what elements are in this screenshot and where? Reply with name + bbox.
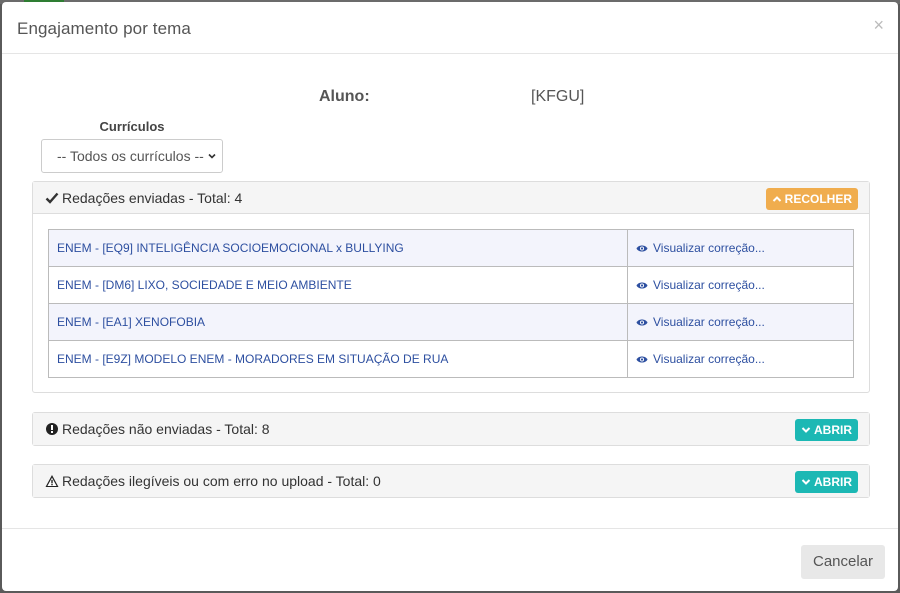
chevron-down-icon [801, 427, 811, 433]
panel-not-sent-title-wrap: Redações não enviadas - Total: 8 [45, 421, 270, 437]
curriculum-select[interactable]: -- Todos os currículos -- [41, 139, 223, 173]
modal-header: Engajamento por tema × [2, 2, 898, 54]
view-correction-link[interactable]: Visualizar correção... [636, 315, 845, 329]
collapse-button-label: RECOLHER [784, 192, 852, 206]
engagement-modal: Engajamento por tema × Aluno: [KFGU] Cur… [2, 2, 898, 591]
table-row: ENEM - [EA1] XENOFOBIA Visualizar correçã… [48, 303, 854, 341]
panel-illegible: Redações ilegíveis ou com erro no upload… [32, 464, 870, 498]
table-row: ENEM - [DM6] LIXO, SOCIEDADE E MEIO AMBI… [48, 266, 854, 304]
open-illegible-button[interactable]: ABRIR [795, 471, 858, 493]
view-correction-label: Visualizar correção... [653, 278, 765, 292]
sent-essays-table: ENEM - [EQ9] INTELIGÊNCIA SOCIOEMOCIONAL… [48, 229, 854, 378]
panel-sent-heading: Redações enviadas - Total: 4 RECOLHER [33, 182, 869, 214]
essay-topic-link[interactable]: ENEM - [EQ9] INTELIGÊNCIA SOCIOEMOCIONAL… [48, 229, 628, 267]
eye-icon [636, 319, 648, 325]
view-correction-label: Visualizar correção... [653, 315, 765, 329]
panel-sent-body: ENEM - [EQ9] INTELIGÊNCIA SOCIOEMOCIONAL… [33, 214, 869, 392]
view-correction-label: Visualizar correção... [653, 241, 765, 255]
chevron-down-icon [208, 153, 216, 159]
essay-topic-link[interactable]: ENEM - [DM6] LIXO, SOCIEDADE E MEIO AMBI… [48, 266, 628, 304]
open-not-sent-button[interactable]: ABRIR [795, 419, 858, 441]
close-icon[interactable]: × [873, 15, 884, 35]
view-correction-cell: Visualizar correção... [627, 303, 854, 341]
eye-icon [636, 282, 648, 288]
panel-sent-title: Redações enviadas - Total: 4 [62, 190, 243, 206]
view-correction-label: Visualizar correção... [653, 352, 765, 366]
panel-illegible-title-wrap: Redações ilegíveis ou com erro no upload… [45, 473, 381, 489]
curriculum-label: Currículos [99, 119, 165, 134]
open-illegible-label: ABRIR [814, 475, 852, 489]
check-icon [45, 192, 59, 204]
table-row: ENEM - [EQ9] INTELIGÊNCIA SOCIOEMOCIONAL… [48, 229, 854, 267]
curriculum-selected-value: -- Todos os currículos -- [57, 148, 204, 164]
view-correction-link[interactable]: Visualizar correção... [636, 241, 845, 255]
exclamation-circle-icon [46, 423, 58, 435]
essay-topic-link[interactable]: ENEM - [E9Z] MODELO ENEM - MORADORES EM … [48, 340, 628, 378]
chevron-up-icon [772, 196, 781, 202]
warning-icon [45, 475, 59, 487]
modal-title: Engajamento por tema [17, 19, 191, 38]
view-correction-link[interactable]: Visualizar correção... [636, 278, 845, 292]
panel-not-sent-title: Redações não enviadas - Total: 8 [62, 421, 270, 437]
view-correction-cell: Visualizar correção... [627, 266, 854, 304]
panel-illegible-title: Redações ilegíveis ou com erro no upload… [62, 473, 381, 489]
panel-not-sent-heading: Redações não enviadas - Total: 8 ABRIR [33, 413, 869, 445]
collapse-button[interactable]: RECOLHER [765, 188, 858, 210]
panel-illegible-heading: Redações ilegíveis ou com erro no upload… [33, 465, 869, 497]
view-correction-cell: Visualizar correção... [627, 229, 854, 267]
panel-sent-title-wrap: Redações enviadas - Total: 4 [45, 190, 242, 206]
student-name: [KFGU] [531, 88, 585, 105]
view-correction-cell: Visualizar correção... [627, 340, 854, 378]
modal-footer: Cancelar [2, 528, 898, 591]
eye-icon [636, 356, 648, 362]
panel-sent: Redações enviadas - Total: 4 RECOLHER EN… [32, 181, 870, 393]
essay-topic-link[interactable]: ENEM - [EA1] XENOFOBIA [48, 303, 628, 341]
view-correction-link[interactable]: Visualizar correção... [636, 352, 845, 366]
eye-icon [636, 245, 648, 251]
cancel-button[interactable]: Cancelar [801, 545, 885, 579]
table-row: ENEM - [E9Z] MODELO ENEM - MORADORES EM … [48, 340, 854, 378]
open-not-sent-label: ABRIR [814, 423, 852, 437]
student-row: Aluno: [KFGU] [2, 88, 898, 110]
panel-not-sent: Redações não enviadas - Total: 8 ABRIR [32, 412, 870, 446]
chevron-down-icon [801, 479, 811, 485]
student-label: Aluno: [319, 88, 370, 105]
